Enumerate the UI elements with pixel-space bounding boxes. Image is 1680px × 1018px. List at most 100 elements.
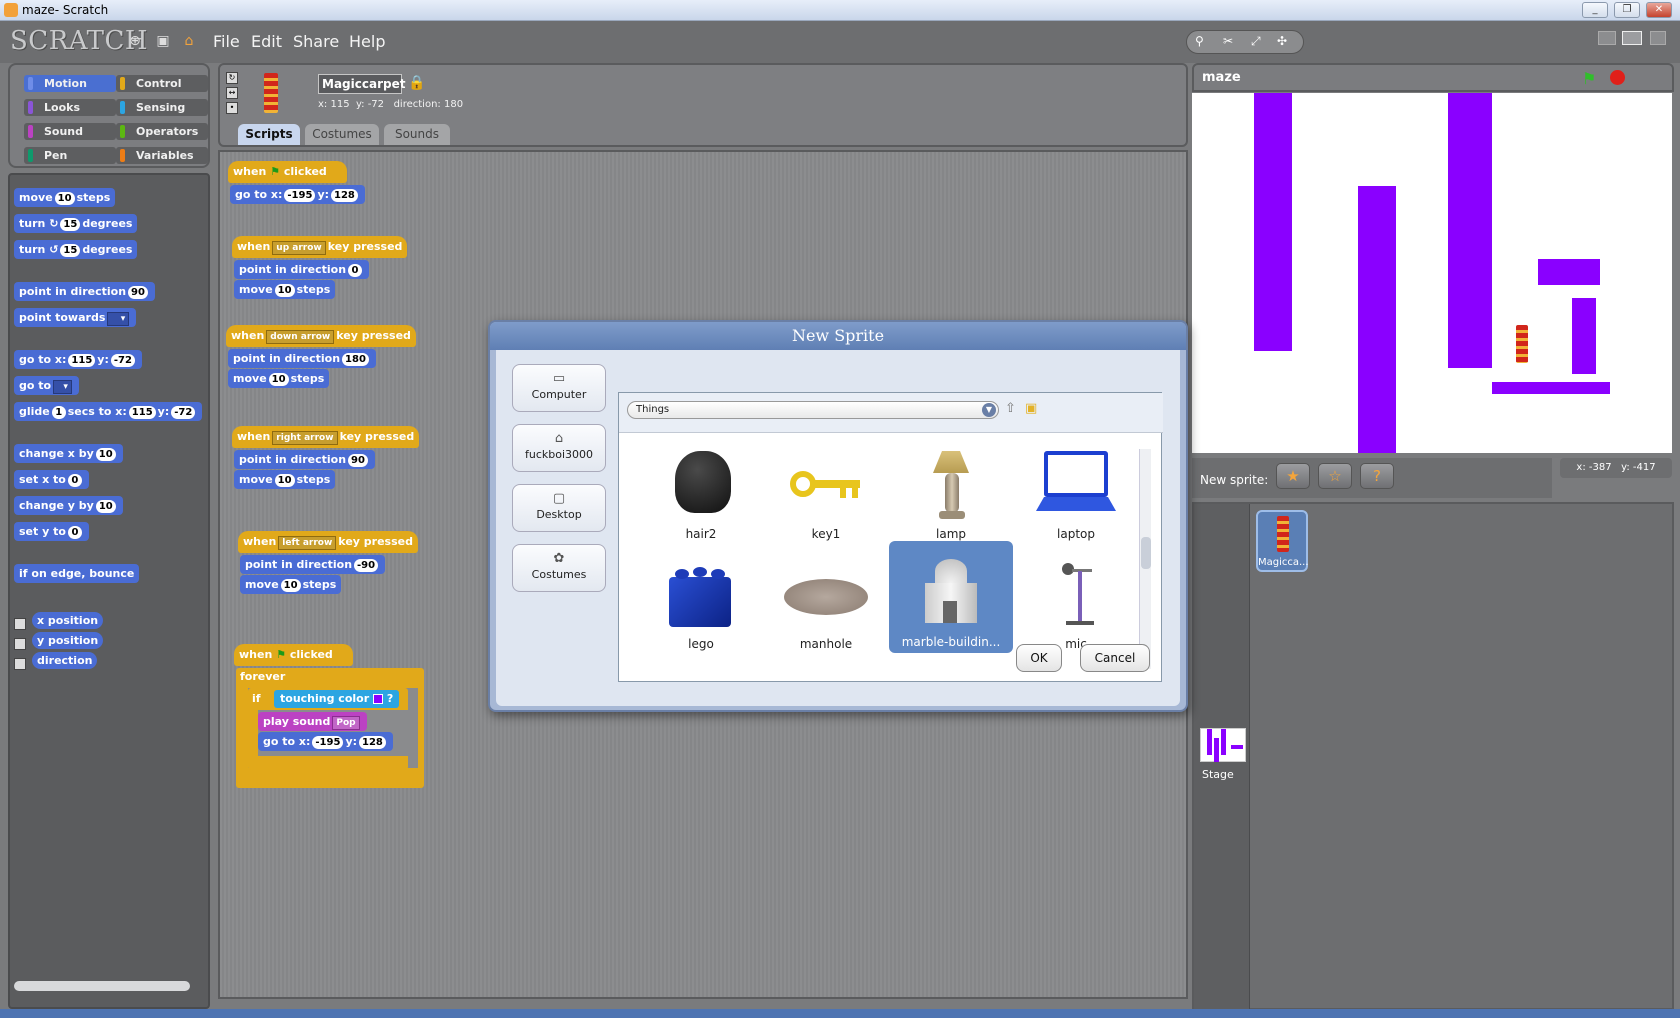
thumb-laptop[interactable]: laptop [1014, 441, 1138, 549]
stop-sign-icon[interactable] [1610, 70, 1625, 85]
stamp-icon[interactable]: ⚲ [1195, 34, 1204, 48]
paint-sprite-button[interactable]: ★ [1276, 463, 1310, 489]
folder-dropdown[interactable]: Things ▼ [627, 401, 999, 419]
lock-icon[interactable]: 🔒 [408, 75, 425, 91]
ok-button[interactable]: OK [1016, 644, 1062, 672]
menu-file[interactable]: File [213, 32, 240, 51]
block-goto-reset[interactable]: go to x: -195 y: 128 [258, 732, 393, 751]
hat-down-arrow[interactable]: when down arrow key pressed [226, 325, 416, 347]
reporter-x-position[interactable]: x position [32, 612, 104, 629]
stage-canvas[interactable] [1192, 93, 1672, 453]
palette-scrollbar[interactable] [14, 981, 190, 991]
block-change-x[interactable]: change x by 10 [14, 444, 123, 463]
category-looks[interactable]: Looks [24, 99, 116, 116]
block-point-right[interactable]: point in direction 90 [234, 450, 375, 469]
category-pen[interactable]: Pen [24, 147, 116, 164]
block-move-left[interactable]: move 10 steps [240, 575, 342, 594]
sprite-tile-magiccarpet[interactable]: Magicca... [1256, 510, 1309, 572]
shrink-icon[interactable]: ✣ [1277, 34, 1287, 48]
magic-carpet-sprite[interactable] [1516, 325, 1528, 363]
close-button[interactable]: ✕ [1646, 2, 1672, 18]
presentation-icon[interactable] [1650, 31, 1666, 45]
xpos-checkbox[interactable] [14, 618, 26, 630]
reporter-y-position[interactable]: y position [32, 632, 104, 649]
thumb-hair2[interactable]: hair2 [639, 441, 763, 549]
thumb-manhole[interactable]: manhole [764, 551, 888, 659]
category-operators[interactable]: Operators [116, 123, 208, 140]
thumb-mic[interactable]: mic [1014, 551, 1138, 659]
block-move-right[interactable]: move 10 steps [234, 470, 336, 489]
block-move-down[interactable]: move 10 steps [228, 369, 330, 388]
category-motion[interactable]: Motion [24, 75, 116, 92]
tab-costumes[interactable]: Costumes [305, 124, 379, 145]
block-change-y[interactable]: change y by 10 [14, 496, 123, 515]
block-set-x[interactable]: set x to 0 [14, 470, 89, 489]
block-point-towards[interactable]: point towards ▾ [14, 308, 137, 327]
touching-color-condition[interactable]: touching color ? [274, 690, 400, 708]
restore-button[interactable]: ❐ [1614, 2, 1640, 18]
rotate-style-icon[interactable]: ↻ [226, 72, 238, 84]
category-sound[interactable]: Sound [24, 123, 116, 140]
block-point-down[interactable]: point in direction 180 [228, 349, 376, 368]
ypos-checkbox[interactable] [14, 638, 26, 650]
direction-checkbox[interactable] [14, 658, 26, 670]
place-user-home[interactable]: ⌂ fuckboi3000 [512, 424, 606, 472]
place-costumes[interactable]: ✿ Costumes [512, 544, 606, 592]
thumb-marble-building[interactable]: marble-buildin... [889, 541, 1013, 653]
block-glide[interactable]: glide 1 secs to x: 115 y: -72 [14, 402, 203, 421]
block-forever[interactable]: forever if touching color ? play sound Po… [236, 668, 424, 788]
surprise-sprite-button[interactable]: ? [1360, 463, 1394, 489]
block-bounce[interactable]: if on edge, bounce [14, 564, 140, 583]
thumb-lamp[interactable]: lamp [889, 441, 1013, 549]
browser-scrollbar[interactable] [1139, 449, 1151, 669]
tab-sounds[interactable]: Sounds [384, 124, 450, 145]
block-turn-right[interactable]: turn ↻ 15 degrees [14, 214, 138, 233]
normal-stage-icon[interactable] [1622, 31, 1642, 45]
cancel-button[interactable]: Cancel [1080, 644, 1150, 672]
share-icon[interactable]: ⌂ [180, 32, 198, 50]
hat-right-arrow[interactable]: when right arrow key pressed [232, 426, 420, 448]
flip-style-icon[interactable]: ↔ [226, 87, 238, 99]
choose-sprite-button[interactable]: ☆ [1318, 463, 1352, 489]
block-point-up[interactable]: point in direction 0 [234, 260, 370, 279]
place-desktop[interactable]: ▢ Desktop [512, 484, 606, 532]
minimize-button[interactable]: _ [1582, 2, 1608, 18]
category-variables[interactable]: Variables [116, 147, 208, 164]
block-point-direction[interactable]: point in direction 90 [14, 282, 155, 301]
green-flag-icon[interactable]: ⚑ [1582, 69, 1596, 88]
no-rotate-icon[interactable]: • [226, 102, 238, 114]
hat-flag-clicked-2[interactable]: when ⚑ clicked [234, 644, 354, 666]
new-folder-icon[interactable]: ▣ [1025, 401, 1037, 416]
block-goto-start[interactable]: go to x: -195 y: 128 [230, 185, 365, 204]
block-move-up[interactable]: move 10 steps [234, 280, 336, 299]
scissors-icon[interactable]: ✂ [1223, 34, 1233, 48]
thumb-lego[interactable]: lego [639, 551, 763, 659]
block-move[interactable]: move 10 steps [14, 188, 116, 207]
tab-scripts[interactable]: Scripts [238, 124, 300, 145]
block-goto-xy[interactable]: go to x: 115 y: -72 [14, 350, 142, 369]
small-stage-icon[interactable] [1598, 31, 1616, 45]
block-point-left[interactable]: point in direction -90 [240, 555, 386, 574]
block-turn-left[interactable]: turn ↺ 15 degrees [14, 240, 138, 259]
globe-icon[interactable]: ⊕ [126, 32, 144, 50]
place-computer[interactable]: ▭ Computer [512, 364, 606, 412]
menu-help[interactable]: Help [349, 32, 385, 51]
hat-up-arrow[interactable]: when up arrow key pressed [232, 236, 408, 258]
block-set-y[interactable]: set y to 0 [14, 522, 89, 541]
category-control[interactable]: Control [116, 75, 208, 92]
thumb-key1[interactable]: key1 [764, 441, 888, 549]
block-if[interactable]: if touching color ? play sound Pop go to … [248, 688, 408, 770]
hat-left-arrow[interactable]: when left arrow key pressed [238, 531, 418, 553]
hat-flag-clicked[interactable]: when ⚑ clicked [228, 161, 348, 183]
stage-thumbnail[interactable] [1200, 728, 1246, 762]
save-icon[interactable]: ▣ [154, 32, 172, 50]
menu-share[interactable]: Share [293, 32, 339, 51]
category-sensing[interactable]: Sensing [116, 99, 208, 116]
folder-up-icon[interactable]: ⇧ [1005, 401, 1016, 416]
block-goto[interactable]: go to ▾ [14, 376, 79, 395]
sprite-name-field[interactable]: Magiccarpet [318, 74, 405, 94]
block-play-sound[interactable]: play sound Pop [258, 712, 367, 731]
reporter-direction[interactable]: direction [32, 652, 98, 669]
grow-icon[interactable]: ⤢ [1251, 34, 1261, 49]
menu-edit[interactable]: Edit [251, 32, 282, 51]
